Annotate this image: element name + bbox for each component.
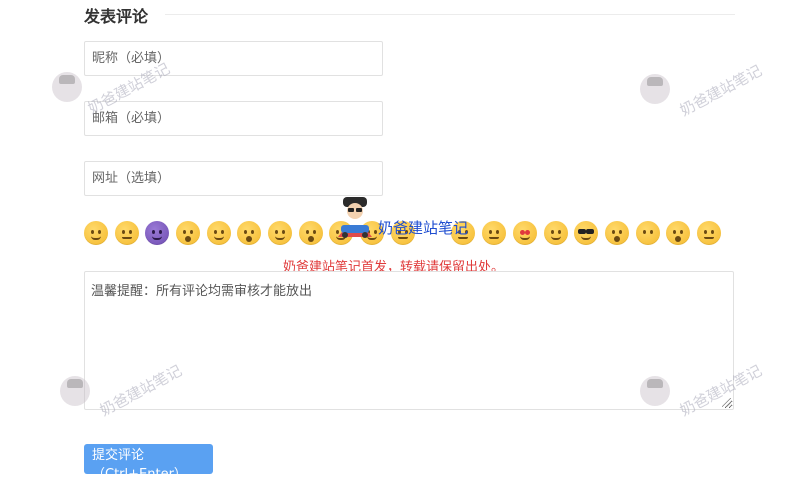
no-mouth-icon[interactable] [636, 221, 660, 245]
grinning-icon[interactable] [268, 221, 292, 245]
email-input[interactable] [84, 101, 383, 136]
website-input[interactable] [84, 161, 383, 196]
relieved-icon[interactable] [329, 221, 353, 245]
grimacing-icon[interactable] [697, 221, 721, 245]
purple-devil-icon[interactable] [145, 221, 169, 245]
wink-tongue-icon[interactable] [544, 221, 568, 245]
watermark-logo-icon [640, 74, 670, 104]
submit-comment-button[interactable]: 提交评论（Ctrl+Enter） [84, 444, 213, 482]
frowning-icon[interactable] [451, 221, 475, 245]
worried-icon[interactable] [115, 221, 139, 245]
hushed-icon[interactable] [176, 221, 200, 245]
laughing-icon[interactable] [207, 221, 231, 245]
triumph-icon[interactable] [482, 221, 506, 245]
smile-icon[interactable] [360, 221, 384, 245]
watermark-text: 奶爸建站笔记 [676, 61, 765, 120]
comment-textarea[interactable] [84, 271, 734, 410]
watermark-logo-icon [52, 72, 82, 102]
section-title: 发表评论 [84, 7, 149, 26]
heart-eyes-icon[interactable] [513, 221, 537, 245]
scream-icon[interactable] [299, 221, 323, 245]
sweat-icon[interactable] [391, 221, 415, 245]
sunglasses-icon[interactable] [574, 221, 598, 245]
smirk-icon[interactable] [84, 221, 108, 245]
kissing-heart-icon[interactable] [605, 221, 629, 245]
resize-grip-icon[interactable] [722, 398, 731, 407]
flushed-icon[interactable] [237, 221, 261, 245]
nickname-input[interactable] [84, 41, 383, 76]
title-divider [165, 14, 735, 15]
crying-icon[interactable] [666, 221, 690, 245]
